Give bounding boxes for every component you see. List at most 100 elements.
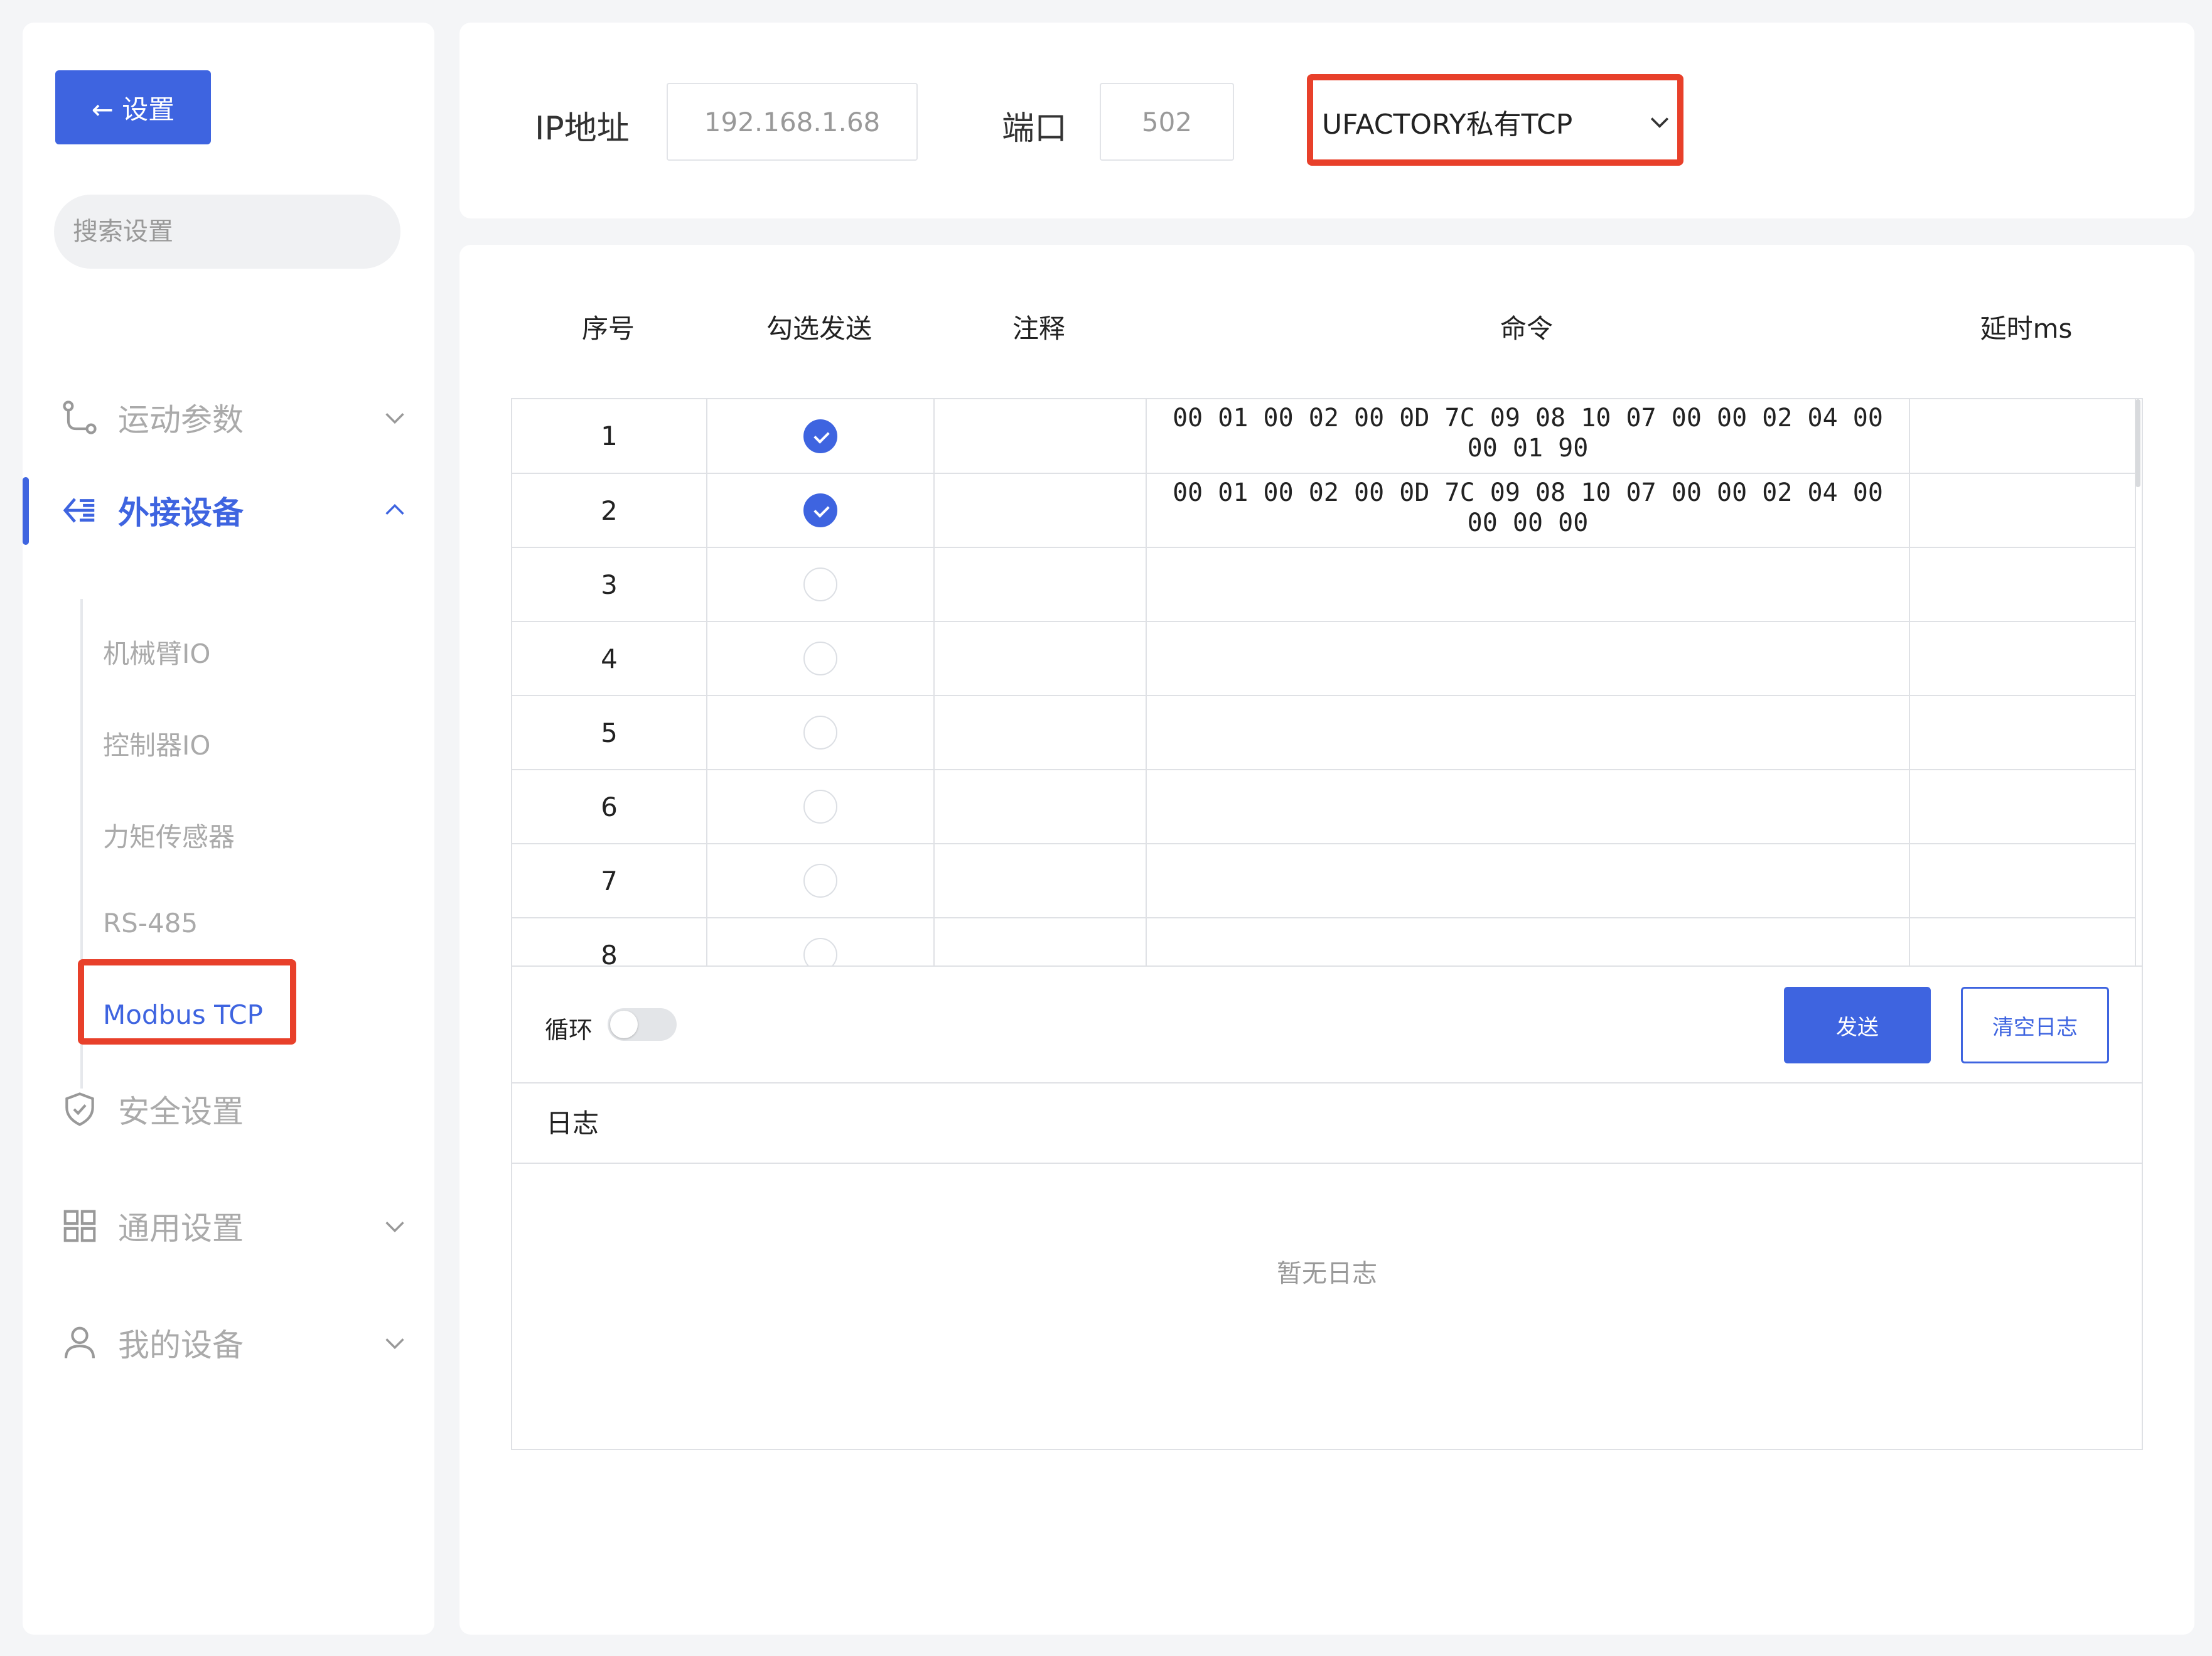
chevron-down-icon (1650, 117, 1669, 128)
row-delay-cell[interactable] (1909, 399, 2136, 474)
nav-external-devices[interactable]: 外接设备 (23, 476, 434, 545)
col-check-header: 勾选发送 (766, 313, 872, 344)
grid-icon (60, 1207, 99, 1245)
row-note-cell[interactable] (934, 844, 1147, 918)
sub-item-torque-sensor[interactable]: 力矩传感器 (103, 816, 235, 854)
user-icon (60, 1323, 99, 1362)
row-command-cell[interactable] (1146, 844, 1910, 918)
send-checkbox[interactable] (803, 864, 837, 898)
loop-toggle[interactable] (608, 1008, 677, 1041)
nav-safety-settings[interactable]: 安全设置 (23, 1075, 434, 1144)
connection-bar: IP地址 端口 UFACTORY私有TCP (459, 23, 2194, 218)
send-control-bar: 循环 发送 清空日志 (511, 967, 2143, 1083)
row-note-cell[interactable] (934, 547, 1147, 622)
protocol-selected-value: UFACTORY私有TCP (1322, 109, 1573, 141)
sub-item-arm-io[interactable]: 机械臂IO (103, 633, 210, 671)
send-button[interactable]: 发送 (1784, 987, 1931, 1063)
row-delay-cell[interactable] (1909, 770, 2136, 844)
nav-motion-label: 运动参数 (118, 402, 244, 438)
log-empty-text: 暂无日志 (1277, 1259, 1377, 1288)
send-checkbox[interactable] (803, 567, 837, 602)
nav-general-settings[interactable]: 通用设置 (23, 1191, 434, 1261)
row-index: 2 (512, 473, 707, 548)
row-delay-cell[interactable] (1909, 547, 2136, 622)
table-row: 8 (512, 918, 2136, 965)
port-input[interactable] (1100, 83, 1234, 161)
row-index: 6 (512, 770, 707, 844)
row-command-cell[interactable] (1146, 696, 1910, 770)
row-note-cell[interactable] (934, 399, 1147, 474)
sub-item-controller-io[interactable]: 控制器IO (103, 724, 210, 763)
row-command-cell[interactable]: 00 01 00 02 00 0D 7C 09 08 10 07 00 00 0… (1146, 399, 1910, 474)
row-command-cell[interactable] (1146, 918, 1910, 965)
col-command-header: 命令 (1500, 313, 1553, 344)
back-to-settings-button[interactable]: ← 设置 (55, 70, 211, 144)
clear-log-button[interactable]: 清空日志 (1961, 987, 2109, 1063)
nav-safety-label: 安全设置 (118, 1094, 244, 1130)
row-command-cell[interactable] (1146, 547, 1910, 622)
row-index: 5 (512, 696, 707, 770)
chevron-up-icon (385, 503, 404, 515)
ip-label: IP地址 (535, 110, 630, 148)
loop-label: 循环 (545, 1016, 593, 1044)
row-delay-cell[interactable] (1909, 918, 2136, 965)
submenu-guide-line (80, 599, 83, 1089)
port-label: 端口 (1002, 110, 1068, 148)
send-checkbox[interactable] (803, 790, 837, 824)
sub-item-rs485[interactable]: RS-485 (103, 908, 198, 938)
log-title: 日志 (512, 1083, 2142, 1164)
row-index: 3 (512, 547, 707, 622)
row-command-cell[interactable]: 00 01 00 02 00 0D 7C 09 08 10 07 00 00 0… (1146, 473, 1910, 548)
row-delay-cell[interactable] (1909, 473, 2136, 548)
col-delay-header: 延时ms (1980, 313, 2073, 344)
search-input[interactable] (73, 217, 386, 246)
row-send-check-cell (707, 770, 935, 844)
row-index: 8 (512, 918, 707, 965)
row-send-check-cell (707, 621, 935, 696)
col-note-header: 注释 (1012, 313, 1065, 344)
col-index-header: 序号 (581, 313, 635, 344)
row-command-cell[interactable] (1146, 621, 1910, 696)
settings-search[interactable] (54, 195, 400, 269)
send-checkbox[interactable] (803, 938, 837, 965)
row-note-cell[interactable] (934, 770, 1147, 844)
row-send-check-cell (707, 399, 935, 474)
row-index: 7 (512, 844, 707, 918)
row-send-check-cell (707, 844, 935, 918)
row-command-cell[interactable] (1146, 770, 1910, 844)
row-index: 4 (512, 621, 707, 696)
table-row: 4 (512, 621, 2136, 696)
ip-address-input[interactable] (667, 83, 918, 161)
table-scrollbar[interactable] (2135, 399, 2140, 487)
row-note-cell[interactable] (934, 918, 1147, 965)
table-row: 3 (512, 547, 2136, 622)
nav-my-device[interactable]: 我的设备 (23, 1308, 434, 1377)
row-delay-cell[interactable] (1909, 621, 2136, 696)
row-delay-cell[interactable] (1909, 844, 2136, 918)
send-checkbox[interactable] (803, 419, 837, 453)
nav-general-label: 通用设置 (118, 1210, 244, 1247)
row-send-check-cell (707, 473, 935, 548)
table-row: 7 (512, 844, 2136, 918)
table-row: 6 (512, 770, 2136, 844)
table-header: 序号 勾选发送 注释 命令 延时ms (511, 308, 2143, 352)
row-note-cell[interactable] (934, 473, 1147, 548)
chevron-down-icon (385, 1222, 404, 1233)
command-table[interactable]: 1 00 01 00 02 00 0D 7C 09 08 10 07 00 00 … (511, 398, 2143, 967)
chevron-down-icon (385, 1338, 404, 1350)
chevron-down-icon (385, 413, 404, 424)
send-checkbox[interactable] (803, 493, 837, 528)
modbus-command-panel: 序号 勾选发送 注释 命令 延时ms 1 00 01 00 02 00 0D 7C… (459, 245, 2194, 1635)
table-row: 5 (512, 696, 2136, 770)
row-note-cell[interactable] (934, 621, 1147, 696)
row-note-cell[interactable] (934, 696, 1147, 770)
nav-my-device-label: 我的设备 (118, 1327, 244, 1363)
sub-item-modbus-tcp[interactable]: Modbus TCP (103, 999, 263, 1030)
protocol-select[interactable]: UFACTORY私有TCP (1311, 83, 1687, 161)
row-delay-cell[interactable] (1909, 696, 2136, 770)
send-checkbox[interactable] (803, 642, 837, 676)
row-index: 1 (512, 399, 707, 474)
nav-motion-params[interactable]: 运动参数 (23, 383, 434, 452)
send-checkbox[interactable] (803, 716, 837, 750)
motion-joint-icon (60, 398, 99, 437)
